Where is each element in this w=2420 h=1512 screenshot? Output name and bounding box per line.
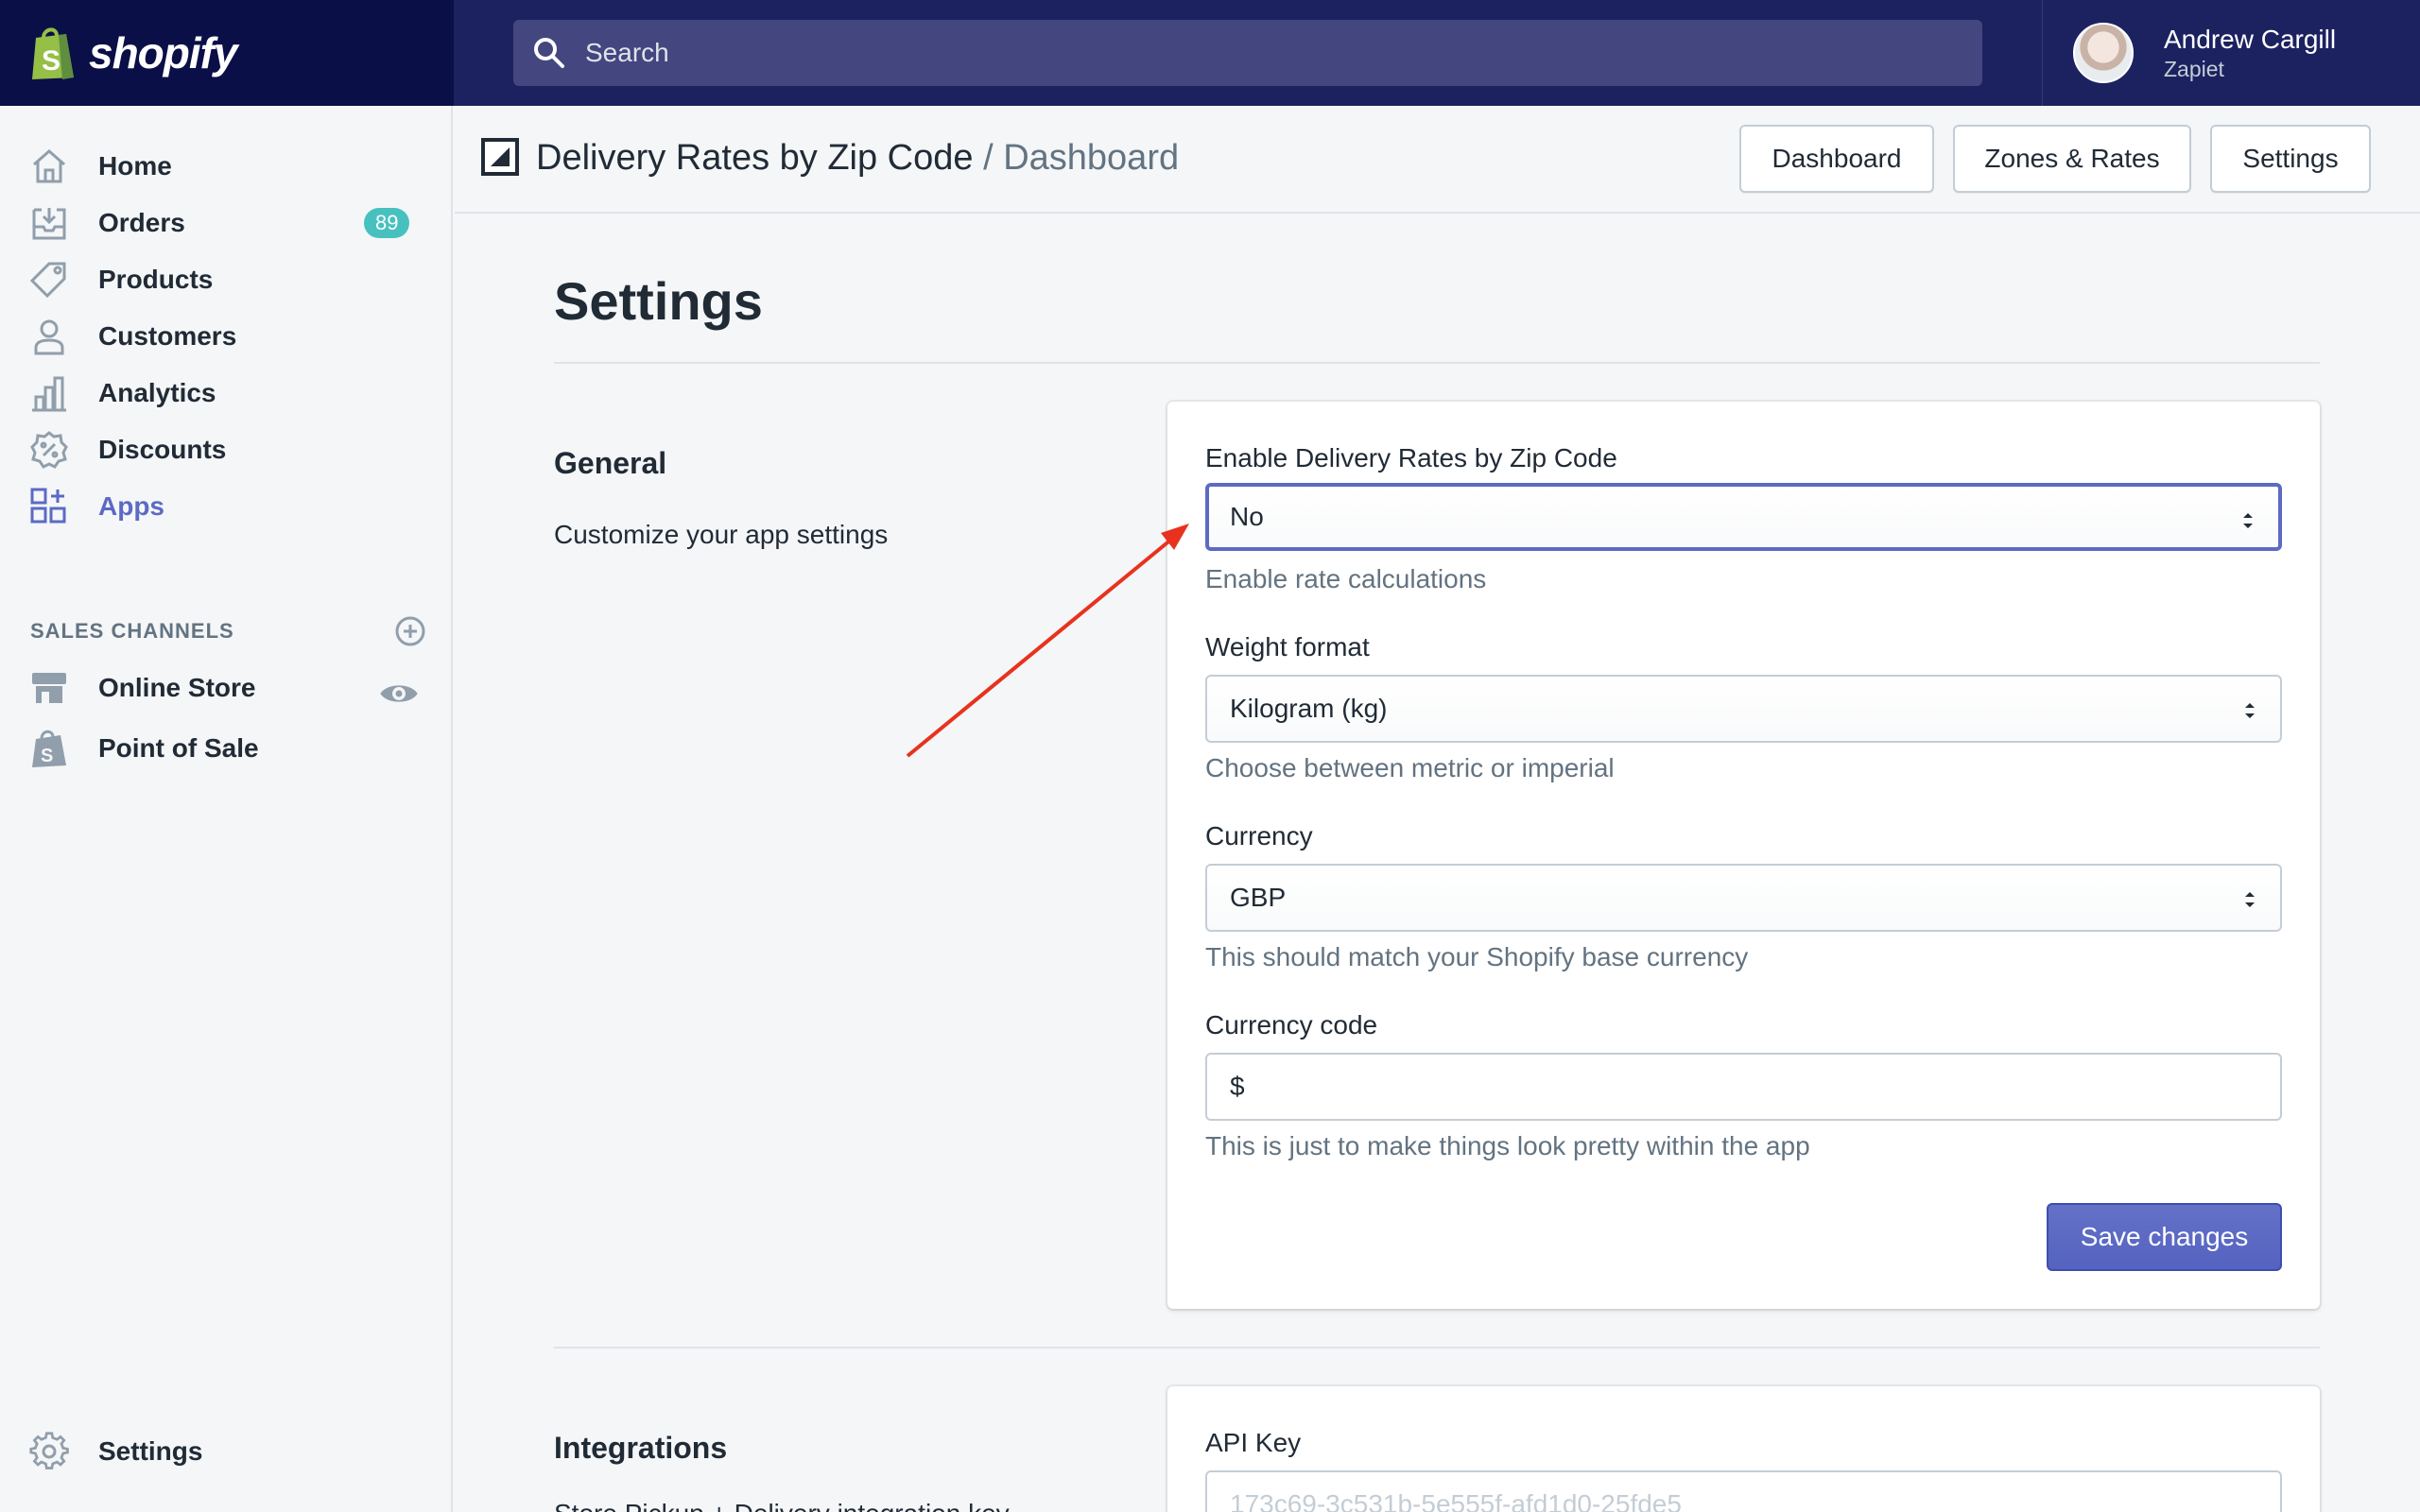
sidebar-item-online-store[interactable]: Online Store	[0, 660, 453, 716]
store-name: Zapiet	[2164, 57, 2224, 81]
sidebar-item-label: Customers	[98, 321, 237, 351]
apps-icon	[30, 488, 66, 524]
bar-chart-icon	[32, 376, 66, 412]
pos-bag-icon: S	[32, 730, 66, 767]
avatar	[2073, 23, 2134, 83]
breadcrumb-separator: /	[983, 138, 994, 178]
app-logo-icon	[481, 138, 519, 176]
orders-count-badge: 89	[364, 208, 410, 238]
eye-icon[interactable]	[378, 673, 420, 714]
store-icon	[32, 673, 66, 703]
weight-label: Weight format	[1205, 632, 1370, 662]
currency-code-value: $	[1230, 1072, 1245, 1101]
user-menu[interactable]: Andrew Cargill Zapiet	[2042, 0, 2420, 106]
sidebar-item-label: Apps	[98, 491, 164, 521]
sidebar-item-analytics[interactable]: Analytics	[0, 365, 453, 421]
shopify-bag-icon: S	[32, 27, 74, 79]
dashboard-button[interactable]: Dashboard	[1739, 125, 1934, 193]
home-icon	[33, 149, 65, 183]
divider	[554, 362, 2320, 364]
currency-code-label: Currency code	[1205, 1010, 1378, 1040]
divider	[554, 1347, 2320, 1349]
sidebar-item-products[interactable]: Products	[0, 251, 453, 308]
add-circle-icon[interactable]	[393, 614, 427, 648]
sidebar-item-label: Products	[98, 265, 214, 294]
settings-button[interactable]: Settings	[2210, 125, 2371, 193]
currency-code-help: This is just to make things look pretty …	[1205, 1131, 1810, 1160]
user-name: Andrew Cargill	[2164, 25, 2337, 54]
sales-channels-heading: SALES CHANNELS	[30, 614, 427, 648]
select-arrows-icon	[2245, 703, 2255, 718]
person-icon	[34, 319, 64, 355]
currency-help: This should match your Shopify base curr…	[1205, 942, 1749, 971]
general-section-description: Customize your app settings	[554, 520, 889, 549]
save-changes-button[interactable]: Save changes	[2047, 1203, 2282, 1271]
enable-help: Enable rate calculations	[1205, 564, 1487, 593]
sidebar-item-label: Online Store	[98, 673, 256, 702]
integrations-section-title: Integrations	[554, 1431, 728, 1465]
api-key-field[interactable]: 173c69-3c531b-5e555f-afd1d0-25fde5	[1205, 1470, 2282, 1512]
search-input[interactable]	[585, 38, 1909, 68]
discount-icon	[30, 431, 68, 469]
select-arrows-icon	[2245, 892, 2255, 907]
gear-icon	[29, 1432, 69, 1469]
sidebar-item-apps[interactable]: Apps	[0, 478, 453, 535]
api-key-placeholder: 173c69-3c531b-5e555f-afd1d0-25fde5	[1230, 1489, 1682, 1512]
currency-label: Currency	[1205, 821, 1313, 850]
tag-icon	[29, 262, 66, 299]
sidebar-item-customers[interactable]: Customers	[0, 308, 453, 365]
shopify-logo[interactable]: S shopify	[0, 0, 454, 106]
api-key-label: API Key	[1205, 1428, 1302, 1457]
enable-label: Enable Delivery Rates by Zip Code	[1205, 443, 1617, 472]
sidebar-item-point-of-sale[interactable]: S Point of Sale	[0, 720, 453, 777]
sidebar-item-label: Orders	[98, 208, 185, 237]
select-arrows-icon	[2243, 513, 2253, 528]
annotation-arrow	[906, 524, 1189, 758]
sidebar-item-home[interactable]: Home	[0, 138, 453, 195]
weight-select-value: Kilogram (kg)	[1230, 694, 1388, 723]
sidebar-item-label: Home	[98, 151, 172, 180]
sidebar-item-orders[interactable]: Orders 89	[0, 195, 453, 251]
search-icon	[534, 38, 564, 68]
general-settings-card: Enable Delivery Rates by Zip Code No Ena…	[1167, 402, 2320, 1309]
svg-text:S: S	[41, 746, 53, 766]
enable-select[interactable]: No	[1205, 483, 2282, 551]
currency-select-value: GBP	[1230, 883, 1287, 912]
sidebar-item-label: Settings	[98, 1436, 203, 1466]
currency-code-field[interactable]: $	[1205, 1053, 2282, 1121]
sidebar-item-discounts[interactable]: Discounts	[0, 421, 453, 478]
app-name: Delivery Rates by Zip Code	[536, 138, 974, 178]
sidebar-item-label: Discounts	[98, 435, 227, 464]
page-title: Settings	[554, 271, 763, 331]
zones-rates-button[interactable]: Zones & Rates	[1953, 125, 2191, 193]
top-bar: S shopify Andrew Cargill Zapiet	[0, 0, 2420, 106]
app-title: Delivery Rates by Zip Code / Dashboard	[536, 138, 1179, 179]
breadcrumb-current: Dashboard	[1003, 138, 1180, 178]
orders-icon	[32, 208, 66, 240]
weight-help: Choose between metric or imperial	[1205, 753, 1615, 782]
brand-name: shopify	[89, 28, 238, 77]
enable-select-value: No	[1230, 502, 1264, 531]
sidebar: Home Orders 89 Products Customers Analyt…	[0, 106, 453, 1512]
integrations-section-description: Store Pickup + Delivery integration key	[554, 1499, 1010, 1512]
sidebar-item-label: Point of Sale	[98, 733, 259, 763]
sidebar-item-settings[interactable]: Settings	[0, 1423, 453, 1480]
integrations-card: API Key 173c69-3c531b-5e555f-afd1d0-25fd…	[1167, 1386, 2320, 1512]
general-section-title: General	[554, 446, 667, 480]
currency-select[interactable]: GBP	[1205, 864, 2282, 932]
search-bar[interactable]	[513, 20, 1982, 86]
sales-channels-label: SALES CHANNELS	[30, 619, 234, 643]
sidebar-item-label: Analytics	[98, 378, 216, 407]
svg-text:S: S	[42, 45, 60, 77]
app-header: Delivery Rates by Zip Code / Dashboard D…	[455, 106, 2420, 214]
weight-select[interactable]: Kilogram (kg)	[1205, 675, 2282, 743]
